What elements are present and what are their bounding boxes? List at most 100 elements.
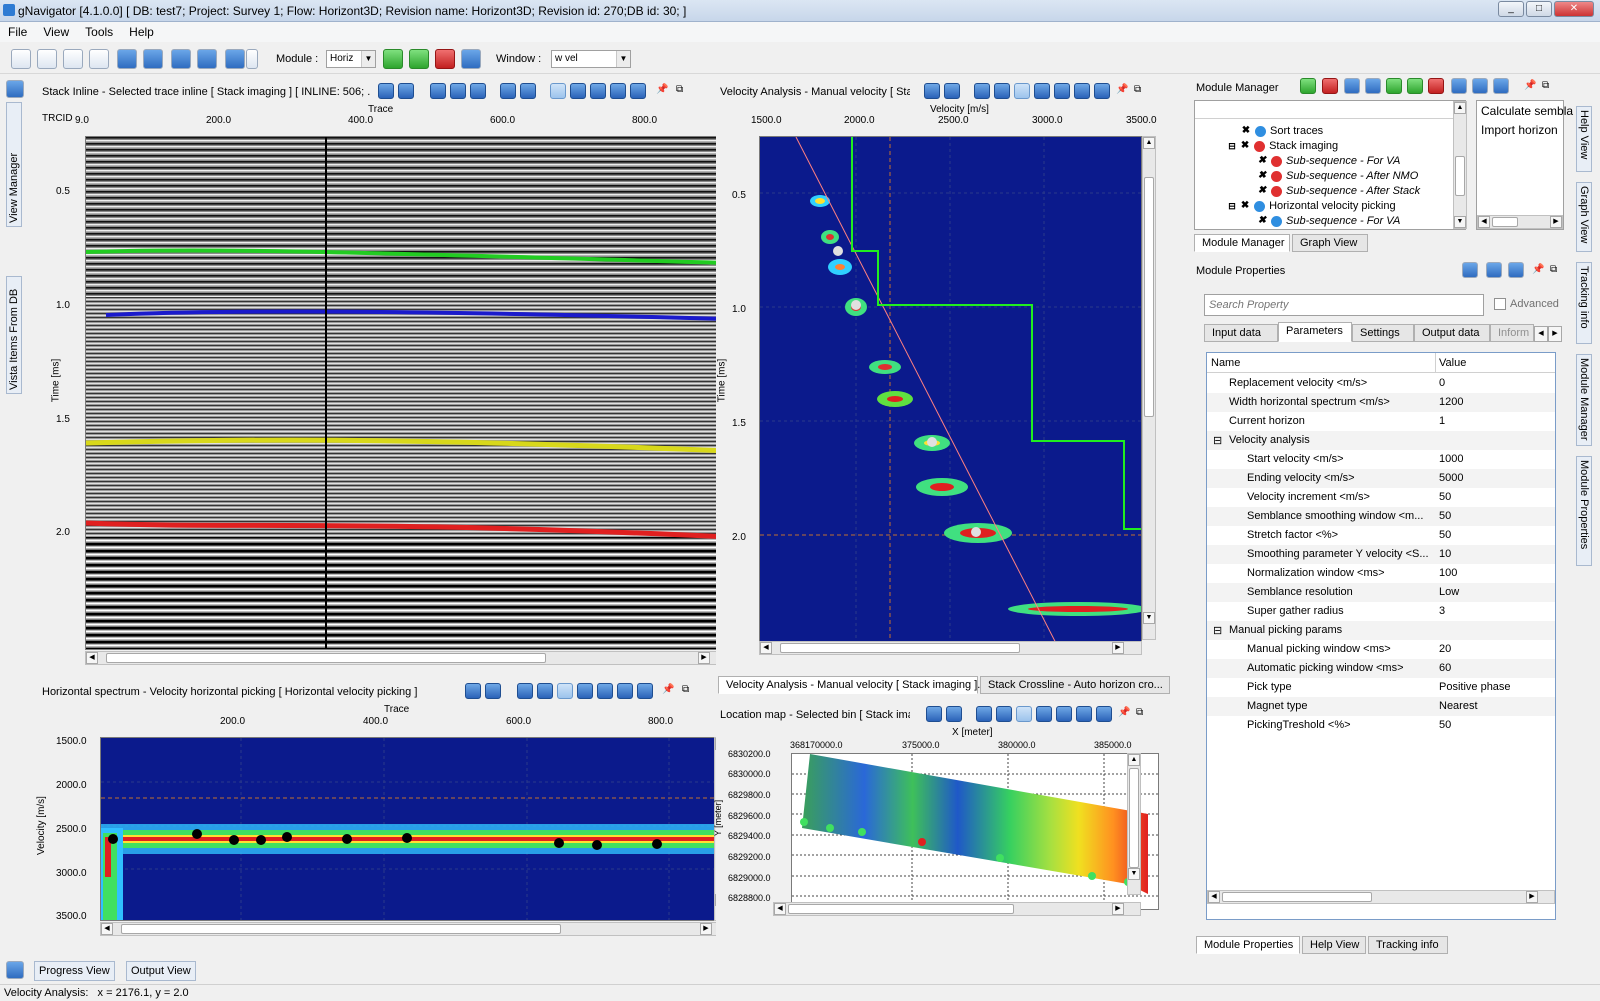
property-row[interactable]: Ending velocity <m/s> 5000 [1207, 469, 1555, 488]
property-row[interactable]: Smoothing parameter Y velocity <S... 10 [1207, 545, 1555, 564]
window-icon[interactable] [89, 49, 109, 69]
settings-icon[interactable] [197, 49, 217, 69]
menu-help[interactable]: Help [121, 22, 162, 42]
refresh-dropdown-icon[interactable] [246, 49, 258, 69]
output-view-tab[interactable]: Output View [126, 961, 196, 981]
property-row[interactable]: Semblance resolution Low [1207, 583, 1555, 602]
horizontal-scrollbar[interactable]: ◀ ▶ [85, 651, 728, 665]
menu-tools[interactable]: Tools [77, 22, 121, 42]
scroll-thumb[interactable] [1144, 177, 1154, 417]
property-row[interactable]: Magnet type Nearest [1207, 697, 1555, 716]
settings-icon[interactable] [926, 706, 942, 722]
undock-icon[interactable]: ⧉ [676, 84, 686, 98]
scroll-up-icon[interactable]: ▲ [1128, 754, 1140, 766]
property-value[interactable]: 50 [1439, 491, 1451, 503]
column-name-header[interactable]: Name [1211, 357, 1240, 369]
pan-icon[interactable] [450, 83, 466, 99]
pin-icon[interactable]: 📌 [1532, 264, 1544, 278]
scroll-up-icon[interactable]: ▲ [1454, 102, 1466, 114]
pin-icon[interactable]: 📌 [1118, 707, 1130, 721]
download-icon[interactable] [597, 683, 613, 699]
copy-icon[interactable] [398, 83, 414, 99]
property-row[interactable]: Super gather radius 3 [1207, 602, 1555, 621]
scroll-thumb[interactable] [780, 643, 1020, 653]
property-value[interactable]: 0 [1439, 377, 1445, 389]
tab-inform[interactable]: Inform [1490, 324, 1534, 342]
property-value[interactable]: 1000 [1439, 453, 1463, 465]
edit-icon[interactable] [617, 683, 633, 699]
tab-view-manager[interactable]: View Manager [6, 102, 22, 227]
pin-icon[interactable]: 📌 [662, 684, 674, 698]
zoom-icon[interactable] [976, 706, 992, 722]
close-button[interactable]: ✕ [1554, 1, 1594, 17]
minimize-button[interactable]: _ [1498, 1, 1524, 17]
scroll-right-icon[interactable]: ▶ [1550, 216, 1562, 228]
zoom-icon[interactable] [974, 83, 990, 99]
property-value[interactable]: 10 [1439, 548, 1451, 560]
download-icon[interactable] [590, 83, 606, 99]
display-icon[interactable] [570, 83, 586, 99]
horizontal-scrollbar[interactable]: ◀ ▶ [1477, 215, 1563, 229]
module-list-item[interactable]: Calculate sembla [1481, 104, 1573, 118]
display-icon[interactable] [577, 683, 593, 699]
tree-item[interactable]: ✖ Sub-sequence - For VA [1257, 215, 1401, 230]
tab-help-view[interactable]: Help View [1302, 936, 1366, 954]
forward-icon[interactable] [1508, 262, 1524, 278]
horizontal-scrollbar[interactable]: ◀ ▶ [759, 641, 1142, 655]
download-icon[interactable] [1056, 706, 1072, 722]
tree-item[interactable]: ✖ Sub-sequence - After Stack [1257, 185, 1420, 200]
collapse-icon[interactable]: ⊟ [1213, 434, 1222, 447]
remove-icon[interactable] [1322, 78, 1338, 94]
copy-icon[interactable] [1451, 78, 1467, 94]
search-property-input[interactable] [1204, 294, 1484, 316]
scroll-thumb[interactable] [1492, 217, 1518, 227]
save-icon[interactable] [37, 49, 57, 69]
tab-scroll-right-icon[interactable]: ▶ [1548, 326, 1562, 342]
maximize-button[interactable]: □ [1526, 1, 1552, 17]
module-select[interactable]: Horiz ▼ [326, 50, 376, 68]
edit-icon[interactable] [610, 83, 626, 99]
property-row[interactable]: Pick type Positive phase [1207, 678, 1555, 697]
zoom-icon[interactable] [517, 683, 533, 699]
display-icon[interactable] [1034, 83, 1050, 99]
tab-stack-crossline[interactable]: Stack Crossline - Auto horizon cro... [980, 676, 1170, 694]
expand-icon[interactable] [6, 80, 24, 98]
scroll-down-icon[interactable]: ▼ [1128, 868, 1140, 880]
undock-icon[interactable]: ⧉ [1542, 80, 1552, 94]
stop-icon[interactable] [435, 49, 455, 69]
property-row[interactable]: Semblance smoothing window <m... 50 [1207, 507, 1555, 526]
horizontal-scrollbar[interactable]: ◀ ▶ [773, 902, 1141, 916]
pan-icon[interactable] [537, 683, 553, 699]
zoom-box-icon[interactable] [470, 83, 486, 99]
scroll-up-icon[interactable]: ▲ [1143, 137, 1155, 149]
property-value[interactable]: 5000 [1439, 472, 1463, 484]
property-value[interactable]: Nearest [1439, 700, 1478, 712]
property-row[interactable]: Stretch factor <%> 50 [1207, 526, 1555, 545]
property-value[interactable]: 50 [1439, 719, 1451, 731]
copy-icon[interactable] [944, 83, 960, 99]
scroll-thumb[interactable] [106, 653, 546, 663]
run-all-icon[interactable] [409, 49, 429, 69]
scroll-down-icon[interactable]: ▼ [1454, 216, 1466, 228]
globe-icon[interactable] [171, 49, 191, 69]
refresh-icon[interactable] [225, 49, 245, 69]
vertical-scrollbar[interactable]: ▲ ▼ [1453, 101, 1467, 229]
property-row[interactable]: ⊟ Manual picking params [1207, 621, 1555, 640]
property-row[interactable]: Width horizontal spectrum <m/s> 1200 [1207, 393, 1555, 412]
scroll-left-icon[interactable]: ◀ [760, 642, 772, 654]
undock-icon[interactable]: ⧉ [682, 684, 692, 698]
property-value[interactable]: 100 [1439, 567, 1457, 579]
property-value[interactable]: 60 [1439, 662, 1451, 674]
scroll-thumb[interactable] [1129, 768, 1139, 868]
menu-view[interactable]: View [35, 22, 77, 42]
scroll-thumb[interactable] [788, 904, 1014, 914]
progress-view-tab[interactable]: Progress View [34, 961, 115, 981]
tree-item[interactable]: ⊟ ✖ Horizontal velocity picking [1227, 200, 1395, 215]
tree-item[interactable]: ✖ Sub-sequence - After NMO [1257, 170, 1418, 185]
settings-icon[interactable] [465, 683, 481, 699]
edit-icon[interactable] [1076, 706, 1092, 722]
target-icon[interactable] [630, 83, 646, 99]
property-row[interactable]: Current horizon 1 [1207, 412, 1555, 431]
collapse-icon[interactable]: ⊟ [1213, 624, 1222, 637]
property-row[interactable]: Automatic picking window <ms> 60 [1207, 659, 1555, 678]
